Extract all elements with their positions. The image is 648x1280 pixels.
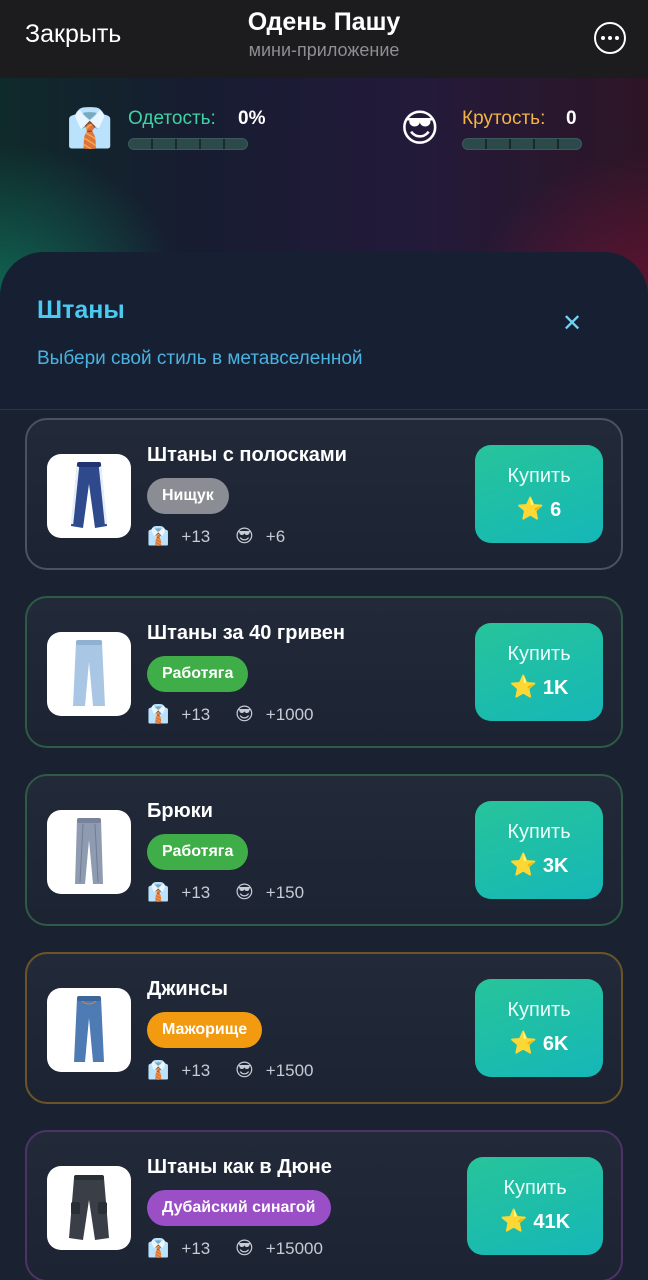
- buy-label: Купить: [507, 643, 571, 665]
- list-item: Джинсы Мажорище 👔 +13 😎 +1500 Купить ⭐ 6K: [25, 952, 623, 1104]
- panel-title: Штаны: [37, 296, 125, 324]
- buy-button[interactable]: Купить ⭐ 6: [475, 445, 603, 543]
- price-value: 6K: [542, 1033, 569, 1055]
- cool-bonus: 😎 +1500: [235, 1060, 314, 1081]
- list-item: Штаны за 40 гривен Работяга 👔 +13 😎 +1000 …: [25, 596, 623, 748]
- list-item: Штаны как в Дюне Дубайский синагой 👔 +13 …: [25, 1130, 623, 1280]
- buy-button[interactable]: Купить ⭐ 1K: [475, 623, 603, 721]
- cool-bonus: 😎 +15000: [235, 1238, 323, 1259]
- shirt-tie-icon: 👔: [147, 704, 170, 724]
- shirt-tie-icon: 👔: [147, 526, 170, 546]
- buy-button[interactable]: Купить ⭐ 3K: [475, 801, 603, 899]
- buy-button[interactable]: Купить ⭐ 41K: [467, 1157, 603, 1255]
- stat-dressed-progress: [128, 138, 248, 150]
- more-circle-icon[interactable]: [594, 22, 626, 54]
- sunglasses-face-icon: 😎: [235, 882, 254, 902]
- sunglasses-face-icon: 😎: [235, 1238, 254, 1258]
- list-item: Брюки Работяга 👔 +13 😎 +150 Купить ⭐ 3K: [25, 774, 623, 926]
- cargo-pants-image: [47, 1166, 131, 1250]
- shirt-tie-icon: 👔: [147, 1238, 170, 1258]
- dressed-bonus-value: +13: [181, 1061, 211, 1080]
- stat-cool-progress: [462, 138, 582, 150]
- item-name: Джинсы: [147, 978, 229, 1000]
- tier-badge: Мажорище: [147, 1012, 263, 1048]
- price: ⭐ 1K: [475, 674, 603, 700]
- dressed-bonus: 👔 +13: [147, 882, 210, 903]
- dressed-bonus: 👔 +13: [147, 526, 210, 547]
- stat-dressed-label: Одетость:: [128, 108, 216, 129]
- star-icon: ⭐: [499, 1208, 528, 1233]
- buy-label: Купить: [507, 465, 571, 487]
- star-icon: ⭐: [509, 1030, 537, 1055]
- dressed-bonus: 👔 +13: [147, 704, 210, 725]
- buy-button[interactable]: Купить ⭐ 6K: [475, 979, 603, 1077]
- list-item: Штаны с полосками Нищук 👔 +13 😎 +6 Купить …: [25, 418, 623, 570]
- price: ⭐ 3K: [475, 852, 603, 878]
- price-value: 1K: [542, 677, 569, 699]
- cool-bonus: 😎 +150: [235, 882, 304, 903]
- star-icon: ⭐: [509, 852, 537, 877]
- stat-cool: 😎 Крутость: 0: [400, 106, 600, 156]
- tier-badge: Работяга: [147, 656, 249, 692]
- pants-panel: Штаны ✕ Выбери свой стиль в метавселенно…: [0, 252, 648, 1280]
- dressed-bonus: 👔 +13: [147, 1238, 210, 1259]
- item-name: Штаны за 40 гривен: [147, 622, 345, 644]
- shirt-tie-icon: 👔: [147, 1060, 170, 1080]
- close-button[interactable]: Закрыть: [25, 20, 121, 49]
- cool-bonus-value: +6: [265, 527, 286, 546]
- star-icon: ⭐: [509, 674, 537, 699]
- shirt-tie-icon: 👔: [66, 108, 114, 150]
- item-name: Штаны с полосками: [147, 444, 347, 466]
- stat-cool-label: Крутость:: [462, 108, 546, 129]
- sunglasses-face-icon: 😎: [235, 526, 254, 546]
- cool-bonus-value: +1000: [265, 705, 314, 724]
- stat-dressed: 👔 Одетость: 0%: [66, 106, 286, 156]
- sunglasses-face-icon: 😎: [235, 704, 254, 724]
- item-name: Штаны как в Дюне: [147, 1156, 332, 1178]
- star-icon: ⭐: [516, 496, 545, 521]
- price: ⭐ 6K: [475, 1030, 603, 1056]
- dressed-bonus: 👔 +13: [147, 1060, 210, 1081]
- jeans-image: [47, 988, 131, 1072]
- item-name: Брюки: [147, 800, 213, 822]
- price-value: 6: [550, 499, 562, 521]
- dressed-bonus-value: +13: [181, 1239, 211, 1258]
- cool-bonus: 😎 +1000: [235, 704, 314, 725]
- close-icon[interactable]: ✕: [562, 312, 582, 336]
- buy-label: Купить: [507, 821, 571, 843]
- dressed-bonus-value: +13: [181, 705, 211, 724]
- cool-bonus-value: +15000: [265, 1239, 323, 1258]
- panel-header: Штаны ✕ Выбери свой стиль в метавселенно…: [0, 252, 648, 410]
- dressed-bonus-value: +13: [181, 527, 211, 546]
- cool-bonus-value: +150: [265, 883, 305, 902]
- tier-badge: Работяга: [147, 834, 249, 870]
- stat-dressed-value: 0%: [238, 108, 266, 129]
- cool-bonus: 😎 +6: [235, 526, 285, 547]
- sunglasses-face-icon: 😎: [235, 1060, 254, 1080]
- price: ⭐ 41K: [467, 1208, 603, 1234]
- trousers-image: [47, 810, 131, 894]
- dressed-bonus-value: +13: [181, 883, 211, 902]
- price: ⭐ 6: [475, 496, 603, 522]
- tier-badge: Дубайский синагой: [147, 1190, 331, 1226]
- shirt-tie-icon: 👔: [147, 882, 170, 902]
- price-value: 41K: [533, 1211, 571, 1233]
- panel-subtitle: Выбери свой стиль в метавселенной: [37, 348, 363, 369]
- sunglasses-face-icon: 😎: [400, 108, 440, 150]
- striped-pants-image: [47, 454, 131, 538]
- price-value: 3K: [542, 855, 569, 877]
- cool-bonus-value: +1500: [265, 1061, 314, 1080]
- stat-cool-value: 0: [566, 108, 577, 129]
- light-pants-image: [47, 632, 131, 716]
- buy-label: Купить: [507, 999, 571, 1021]
- top-bar: Закрыть Одень Пашу мини-приложение: [0, 0, 648, 78]
- buy-label: Купить: [503, 1177, 567, 1199]
- tier-badge: Нищук: [147, 478, 229, 514]
